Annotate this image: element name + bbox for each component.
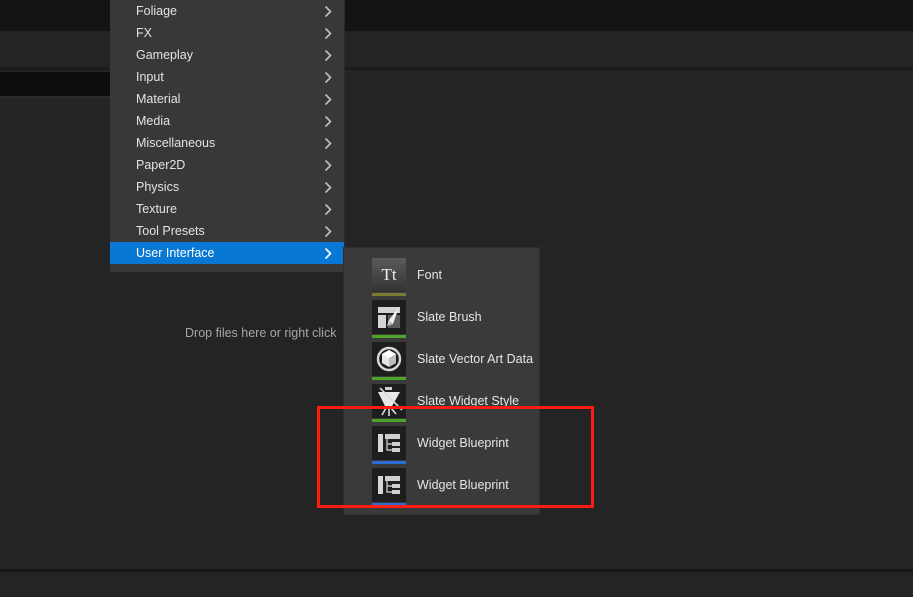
chevron-right-icon xyxy=(322,27,334,39)
context-menu-item-label: Media xyxy=(136,114,171,128)
context-menu-item-paper2d[interactable]: Paper2D xyxy=(110,154,344,176)
context-menu-item-label: Foliage xyxy=(136,4,177,18)
asset-type-color-bar xyxy=(372,461,406,464)
context-menu-item-label: Physics xyxy=(136,180,180,194)
submenu-item-slate-vector-art-data[interactable]: Slate Vector Art Data xyxy=(344,338,539,380)
slate-widget-style-glyph xyxy=(378,387,403,416)
submenu-item-widget-blueprint[interactable]: Widget Blueprint xyxy=(344,422,539,464)
context-menu-item-label: Miscellaneous xyxy=(136,136,216,150)
annotation-line-top xyxy=(317,406,594,409)
submenu-item-slate-brush[interactable]: Slate Brush xyxy=(344,296,539,338)
context-menu-item-tool-presets[interactable]: Tool Presets xyxy=(110,220,344,242)
context-menu-item-label: Texture xyxy=(136,202,177,216)
widget-blueprint-asset-icon xyxy=(372,426,406,464)
asset-type-color-bar xyxy=(372,419,406,422)
context-menu-item-label: User Interface xyxy=(136,246,215,260)
context-menu-item-input[interactable]: Input xyxy=(110,66,344,88)
widget-blueprint-glyph xyxy=(378,476,400,494)
chevron-right-icon xyxy=(322,49,334,61)
asset-type-color-bar xyxy=(372,293,406,296)
context-menu-item-media[interactable]: Media xyxy=(110,110,344,132)
chevron-right-icon xyxy=(322,181,334,193)
submenu-item-slate-widget-style[interactable]: Slate Widget Style xyxy=(344,380,539,422)
panel-header-divider xyxy=(0,96,110,98)
submenu-item-font[interactable]: Tt Font xyxy=(344,254,539,296)
slate-widget-style-asset-icon xyxy=(372,384,406,422)
widget-blueprint-asset-icon xyxy=(372,468,406,506)
submenu-item-label: Slate Brush xyxy=(417,310,482,324)
chevron-right-icon xyxy=(322,71,334,83)
drop-files-hint: Drop files here or right click xyxy=(185,326,337,340)
asset-type-color-bar xyxy=(372,335,406,338)
asset-type-color-bar xyxy=(372,377,406,380)
context-menu-item-gameplay[interactable]: Gameplay xyxy=(110,44,344,66)
panel-header-strip xyxy=(0,72,110,96)
slate-brush-asset-icon xyxy=(372,300,406,338)
slate-vector-art-glyph xyxy=(376,346,402,372)
context-menu-item-label: Tool Presets xyxy=(136,224,205,238)
font-glyph: Tt xyxy=(372,258,406,292)
user-interface-submenu[interactable]: Tt Font Slate Brush Slate Vector Art Data Sl… xyxy=(343,247,540,515)
context-menu-item-fx[interactable]: FX xyxy=(110,22,344,44)
submenu-item-widget-blueprint[interactable]: Widget Blueprint xyxy=(344,464,539,506)
slate-vector-art-asset-icon xyxy=(372,342,406,380)
font-asset-icon: Tt xyxy=(372,258,406,296)
context-menu-item-label: Gameplay xyxy=(136,48,193,62)
status-bar xyxy=(0,572,913,597)
chevron-right-icon xyxy=(322,137,334,149)
context-menu-item-material[interactable]: Material xyxy=(110,88,344,110)
submenu-item-label: Font xyxy=(417,268,443,282)
submenu-item-label: Widget Blueprint xyxy=(417,478,509,492)
widget-blueprint-glyph xyxy=(378,434,400,452)
slate-brush-glyph xyxy=(378,307,400,328)
context-menu[interactable]: Foliage FX Gameplay Input Material Media Misce… xyxy=(110,0,345,272)
chevron-right-icon xyxy=(322,203,334,215)
context-menu-item-texture[interactable]: Texture xyxy=(110,198,344,220)
annotation-line-bottom xyxy=(317,505,594,508)
context-menu-item-physics[interactable]: Physics xyxy=(110,176,344,198)
context-menu-item-miscellaneous[interactable]: Miscellaneous xyxy=(110,132,344,154)
submenu-item-label: Widget Blueprint xyxy=(417,436,509,450)
chevron-right-icon xyxy=(322,247,334,259)
context-menu-item-foliage[interactable]: Foliage xyxy=(110,0,344,22)
chevron-right-icon xyxy=(322,93,334,105)
submenu-item-label: Slate Vector Art Data xyxy=(417,352,534,366)
context-menu-item-label: Material xyxy=(136,92,181,106)
chevron-right-icon xyxy=(322,115,334,127)
chevron-right-icon xyxy=(322,5,334,17)
context-menu-item-label: FX xyxy=(136,26,152,40)
screen: Drop files here or right click Foliage FX… xyxy=(0,0,913,597)
chevron-right-icon xyxy=(322,159,334,171)
context-menu-item-user-interface[interactable]: User Interface xyxy=(110,242,344,264)
context-menu-item-label: Input xyxy=(136,70,164,84)
context-menu-item-label: Paper2D xyxy=(136,158,186,172)
chevron-right-icon xyxy=(322,225,334,237)
